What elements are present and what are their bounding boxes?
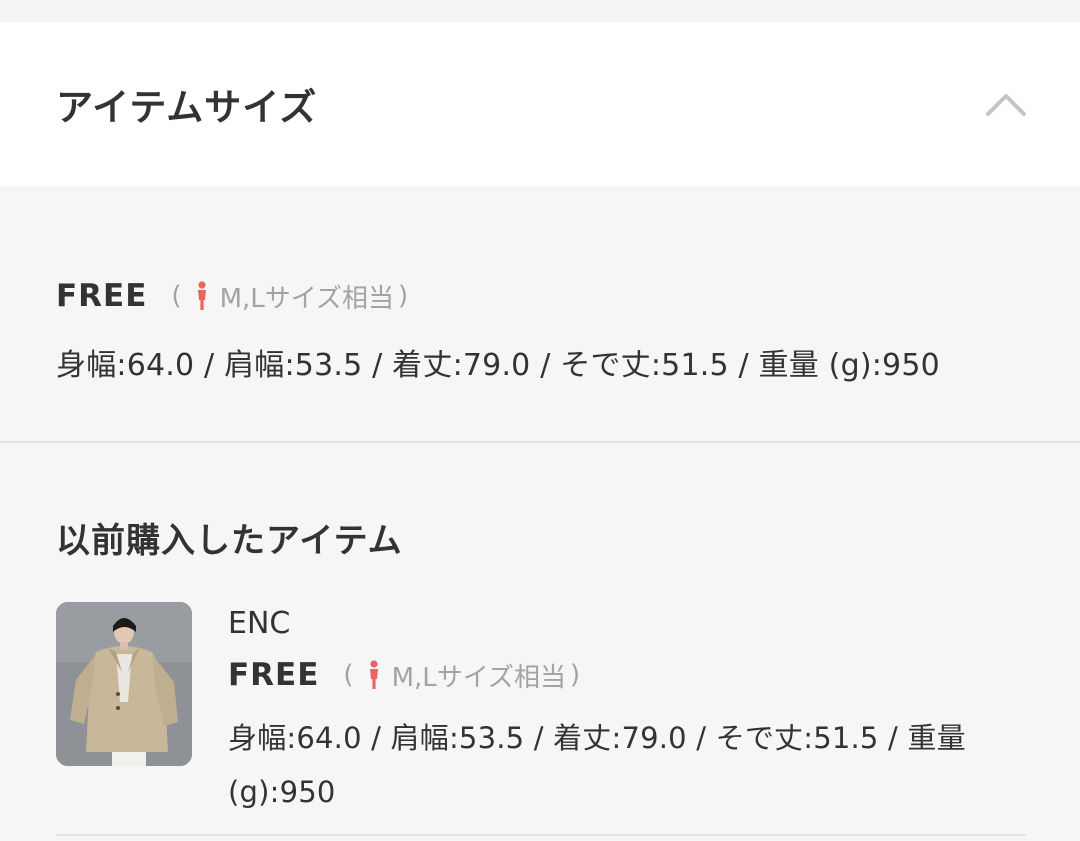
paren-close: ) bbox=[397, 281, 409, 311]
paren-open: ( bbox=[343, 660, 354, 690]
item-brand: ENC bbox=[228, 606, 291, 641]
paren-close: ) bbox=[569, 660, 581, 690]
item-measurements: 身幅:64.0 / 肩幅:53.5 / 着丈:79.0 / そで丈:51.5 /… bbox=[228, 721, 966, 809]
size-name: FREE bbox=[56, 278, 148, 314]
history-item[interactable]: ENC FREE ( M,Lサイズ相当 ) 身幅:64.0 / 肩幅:53.5 … bbox=[56, 602, 1026, 836]
size-note-text: M,Lサイズ相当 bbox=[219, 283, 394, 314]
female-person-icon bbox=[369, 660, 378, 689]
size-measurements: 身幅:64.0 / 肩幅:53.5 / 着丈:79.0 / そで丈:51.5 /… bbox=[56, 348, 940, 383]
chevron-up-icon[interactable] bbox=[984, 89, 1028, 119]
item-thumbnail[interactable] bbox=[56, 602, 192, 766]
paren-open: ( bbox=[171, 281, 182, 311]
size-label-row: FREE ( M,Lサイズ相当 ) bbox=[56, 276, 1024, 316]
item-size-row: FREE ( M,Lサイズ相当 ) bbox=[228, 655, 998, 695]
item-size-note-text: M,Lサイズ相当 bbox=[391, 662, 566, 693]
purchase-history-section: 以前購入したアイテム ENC FREE (M,Lサイズ相当) 身幅:64.0… bbox=[0, 443, 1080, 836]
top-strip bbox=[0, 0, 1080, 22]
size-info-section: FREE ( M,Lサイズ相当 ) 身幅:64.0 / 肩幅:53.5 / 着丈… bbox=[0, 186, 1080, 443]
item-info: ENC FREE ( M,Lサイズ相当 ) 身幅:64.0 / 肩幅:53.5 … bbox=[228, 606, 998, 834]
size-equivalent-note: ( M,Lサイズ相当 ) bbox=[167, 278, 412, 315]
item-size-note: ( M,Lサイズ相当 ) bbox=[339, 657, 584, 694]
female-person-icon bbox=[197, 281, 206, 310]
history-title: 以前購入したアイテム bbox=[56, 521, 403, 561]
item-size-name: FREE bbox=[228, 657, 320, 693]
item-size-header[interactable]: アイテムサイズ bbox=[0, 22, 1080, 186]
section-title: アイテムサイズ bbox=[56, 86, 318, 129]
